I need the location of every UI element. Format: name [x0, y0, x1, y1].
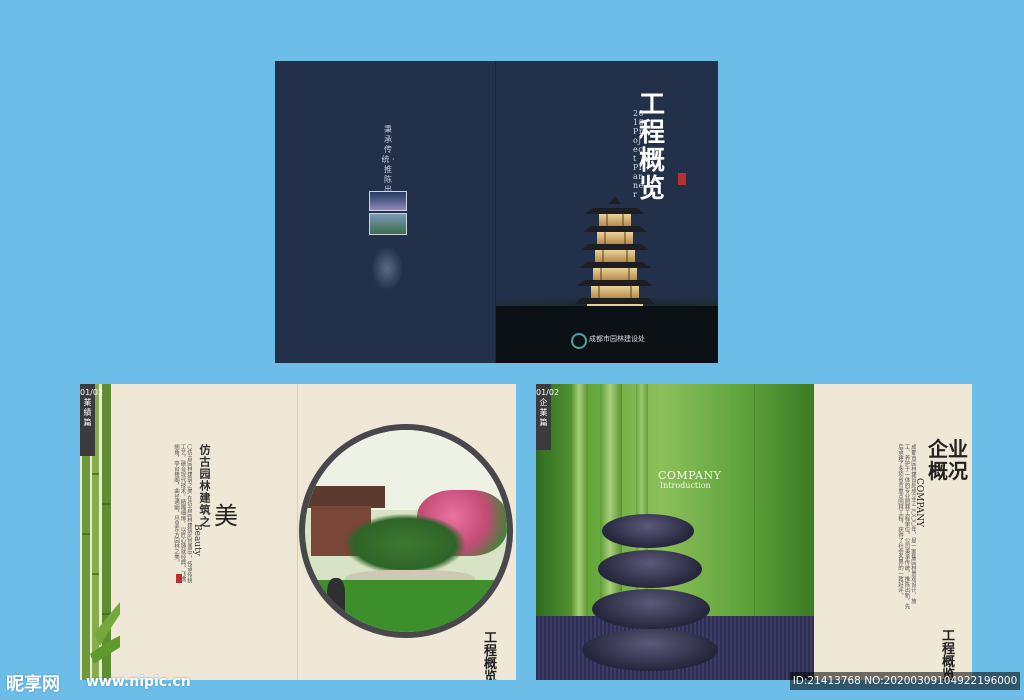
section-tab: 01/02 企業篇	[536, 384, 559, 450]
pavilion-roof	[305, 486, 385, 508]
garden-description: 〇仿古园林建筑之美 在仿古园林建筑的营造中，传承传统工艺，融合现代技术，精雕细琢…	[173, 444, 192, 584]
garden-photo	[305, 430, 507, 632]
beauty-character: 美	[214, 502, 238, 530]
brochure-logo: 工程概览	[484, 631, 498, 680]
brochure-cover: 秉承传统 · 推陈出新 工程概览 2018 Project Planner	[275, 61, 718, 363]
watermark-brand: 昵享网	[6, 674, 60, 695]
stacked-stone	[592, 589, 710, 629]
cover-subtitle-en: 2018 Project Planner	[633, 109, 645, 199]
thumbnail-reflection	[371, 246, 403, 291]
garden-shrubs	[345, 514, 465, 574]
pagoda-tower-illustration	[575, 196, 655, 322]
garden-heading: 仿古园林建筑之	[198, 444, 211, 528]
company-title-en: COMPANY	[914, 478, 924, 528]
company-description: 成都市园林建设处成立于二〇〇〇年，是一家集园林景观设计、施工、养护于一体的专业园…	[897, 444, 916, 609]
cover-title: 工程概览	[639, 90, 666, 204]
stacked-stone	[602, 514, 694, 548]
introduction-label: Introduction	[660, 481, 711, 490]
company-spread: 01/02 企業篇 COMPANY Introduction 成都市园林建设处成…	[536, 384, 972, 680]
performance-spread: 01/02 業績篇 〇仿古园林建筑之美 在仿古园林建筑的营造中，传承传统工艺，融…	[80, 384, 516, 680]
night-building-thumbnail	[369, 191, 407, 211]
page-fold-line	[297, 384, 298, 680]
landscape-thumbnail	[369, 213, 407, 235]
stacked-stone	[582, 629, 718, 671]
red-seal-icon	[176, 574, 182, 583]
company-logo-icon	[571, 333, 587, 349]
company-name: 成都市园林建设处	[589, 335, 645, 343]
section-tab: 01/02 業績篇	[80, 384, 103, 456]
stacked-stone	[598, 550, 702, 588]
watermark-id: ID:21413768 NO:20200309104922196000	[790, 672, 1020, 690]
red-seal-icon	[678, 173, 686, 185]
company-overview-title: 企业概况	[928, 437, 968, 483]
stone-lantern	[327, 578, 345, 614]
watermark-url: www.nipic.cn	[86, 674, 191, 690]
beauty-label-en: Beauty	[192, 524, 202, 556]
circular-garden-photo	[299, 424, 513, 638]
